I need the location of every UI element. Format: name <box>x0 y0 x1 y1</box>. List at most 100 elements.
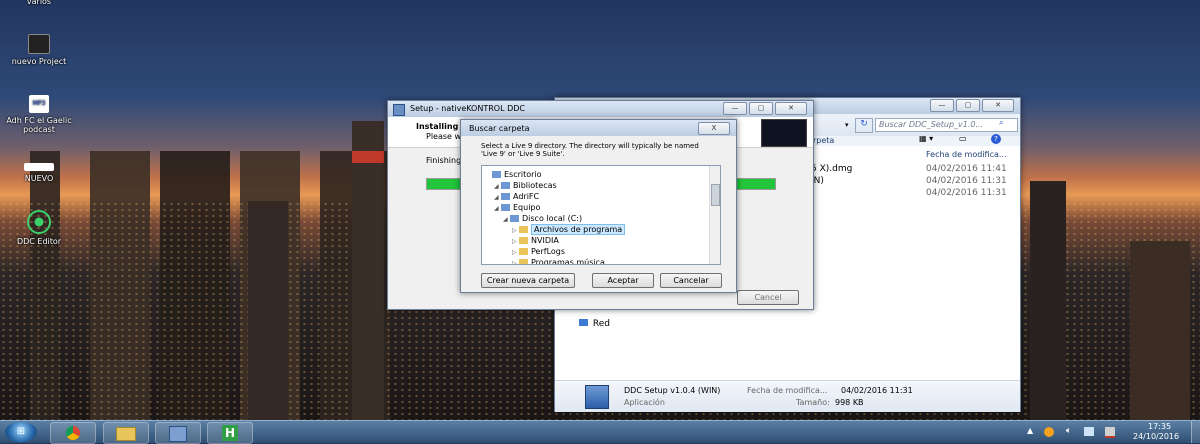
desktop-icon-label: nuevo Project <box>11 57 67 66</box>
start-button[interactable]: ⊞ <box>5 422 37 442</box>
tree-item-label: PerfLogs <box>531 247 566 256</box>
tree-item[interactable]: ◢ Equipo <box>485 202 707 213</box>
accept-button[interactable]: Aceptar <box>592 273 654 288</box>
tree-item[interactable]: ◢ Disco local (C:) <box>485 213 707 224</box>
tree-item-label: Disco local (C:) <box>522 214 583 223</box>
cancel-button[interactable]: Cancelar <box>660 273 722 288</box>
tray-expand-icon[interactable]: ▲ <box>1027 426 1033 435</box>
desktop-icon-nuevo[interactable]: NUEVO <box>3 163 75 183</box>
taskbar-setup[interactable] <box>155 422 201 444</box>
maximize-button[interactable]: ▢ <box>956 99 980 112</box>
project-file-icon <box>28 34 50 54</box>
document-icon <box>24 163 54 171</box>
desktop-icon-label: NUEVO <box>24 174 54 183</box>
setup-titlebar: Setup - nativeKONTROL DDC — ▢ ✕ <box>388 101 813 117</box>
tree-item-label: AdriFC <box>513 192 540 201</box>
folder-tree[interactable]: Escritorio ◢ Bibliotecas ◢ AdriFC ◢ Equipo ◢ Dis… <box>481 165 721 265</box>
installing-heading: Installing <box>416 122 459 131</box>
tree-item[interactable]: ▷ Archivos de programa <box>485 224 707 235</box>
show-desktop-button[interactable] <box>1191 421 1200 443</box>
tree-item[interactable]: ▷ PerfLogs <box>485 246 707 257</box>
file-row[interactable]: IN) 04/02/2016 11:31 <box>811 176 1016 188</box>
search-icon[interactable]: ⌕ <box>999 118 1003 128</box>
details-file-name: DDC Setup v1.0.4 (WIN) <box>624 386 721 395</box>
clock-date[interactable]: 24/10/2016 <box>1133 432 1179 441</box>
file-row[interactable]: 5 X).dmg 04/02/2016 11:41 <box>811 164 1016 176</box>
close-button[interactable]: X <box>698 122 730 135</box>
folder-dialog-instruction: Select a Live 9 directory. The directory… <box>481 142 699 158</box>
taskbar-explorer[interactable] <box>103 422 149 444</box>
tree-item-label: Archivos de programa <box>531 224 626 235</box>
tower-building <box>1030 181 1066 421</box>
details-date-label: Fecha de modifica... <box>747 386 828 395</box>
folder-icon <box>519 237 528 244</box>
tower-building <box>248 201 288 421</box>
close-button[interactable]: ✕ <box>982 99 1014 112</box>
clock-time[interactable]: 17:35 <box>1148 422 1171 431</box>
tree-item[interactable]: Escritorio <box>485 169 707 180</box>
search-input[interactable]: Buscar DDC_Setup_v1.0... <box>875 118 1018 132</box>
tray-app-icon[interactable] <box>1044 427 1054 437</box>
file-name: 5 X).dmg <box>811 164 853 174</box>
chrome-icon <box>66 426 80 440</box>
dropdown-arrow-icon[interactable]: ▾ <box>845 121 849 129</box>
folder-dialog: Buscar carpeta X Select a Live 9 directo… <box>460 119 737 293</box>
tree-item[interactable]: ▷ Programas música <box>485 257 707 265</box>
tree-scrollbar[interactable] <box>709 166 720 264</box>
tree-item-label: NVIDIA <box>531 236 559 245</box>
mp3-file-icon: MP3 <box>29 95 49 113</box>
desktop-icon-label: varios <box>26 0 52 6</box>
file-date: 04/02/2016 11:31 <box>926 176 1007 186</box>
view-options-icon[interactable]: ▦ ▾ <box>919 134 933 143</box>
expand-arrow-icon[interactable]: ▷ <box>512 258 519 264</box>
network-tray-icon[interactable] <box>1084 427 1094 436</box>
refresh-icon[interactable]: ↻ <box>855 118 873 133</box>
taskbar-chrome[interactable] <box>50 422 96 444</box>
tree-item-label: Equipo <box>513 203 541 212</box>
tree-item-label: Programas música <box>531 258 605 265</box>
minimize-button[interactable]: — <box>723 102 747 115</box>
sidebar-item-label: Red <box>592 319 610 329</box>
tree-item[interactable]: ◢ AdriFC <box>485 191 707 202</box>
desktop-icon-varios[interactable]: varios <box>3 0 75 6</box>
minimize-button[interactable]: — <box>930 99 954 112</box>
details-file-type: Aplicación <box>624 398 665 407</box>
file-row[interactable]: 04/02/2016 11:31 <box>811 188 1016 200</box>
setup-cancel-button[interactable]: Cancel <box>737 290 799 305</box>
desktop-icon-ddc-editor[interactable]: DDC Editor <box>3 210 75 246</box>
preview-pane-icon[interactable]: ▭ <box>959 134 967 143</box>
maximize-button[interactable]: ▢ <box>749 102 773 115</box>
column-header-partial[interactable]: rpeta <box>813 136 834 145</box>
desktop-icon-label: Adh FC el Gaelic podcast <box>6 116 72 134</box>
empire-state-building <box>352 121 384 421</box>
finishing-text: Finishing <box>426 156 462 165</box>
sidebar-item-red[interactable]: Red <box>579 319 610 329</box>
new-folder-button[interactable]: Crear nueva carpeta <box>481 273 575 288</box>
folder-icon <box>519 259 528 264</box>
close-button[interactable]: ✕ <box>775 102 807 115</box>
network-icon <box>579 319 588 326</box>
setup-title: Setup - nativeKONTROL DDC <box>410 104 525 113</box>
tree-item[interactable]: ◢ Bibliotecas <box>485 180 707 191</box>
tree-item-label: Bibliotecas <box>513 181 557 190</box>
h-app-icon: H <box>222 425 238 441</box>
location-icon <box>501 182 510 189</box>
desktop-icon-label: DDC Editor <box>16 237 62 246</box>
taskbar-h-app[interactable]: H <box>207 422 253 444</box>
installer-icon <box>169 426 187 442</box>
volume-icon[interactable]: 🔈︎ <box>1066 426 1071 436</box>
column-header-date[interactable]: Fecha de modifica... <box>926 150 1007 159</box>
help-icon[interactable]: ? <box>991 134 1001 144</box>
details-date-value: 04/02/2016 11:31 <box>841 386 913 395</box>
scroll-thumb[interactable] <box>711 184 720 206</box>
file-date: 04/02/2016 11:31 <box>926 188 1007 198</box>
tree-item[interactable]: ▷ NVIDIA <box>485 235 707 246</box>
location-icon <box>492 171 501 178</box>
desktop-icon-nuevo-project[interactable]: nuevo Project <box>3 34 75 66</box>
folder-icon <box>519 248 528 255</box>
location-icon <box>510 215 519 222</box>
action-center-icon[interactable] <box>1105 427 1115 438</box>
desktop-icon-podcast[interactable]: MP3 Adh FC el Gaelic podcast <box>3 95 75 134</box>
location-icon <box>501 204 510 211</box>
file-list: 5 X).dmg 04/02/2016 11:41 IN) 04/02/2016… <box>811 164 1016 200</box>
